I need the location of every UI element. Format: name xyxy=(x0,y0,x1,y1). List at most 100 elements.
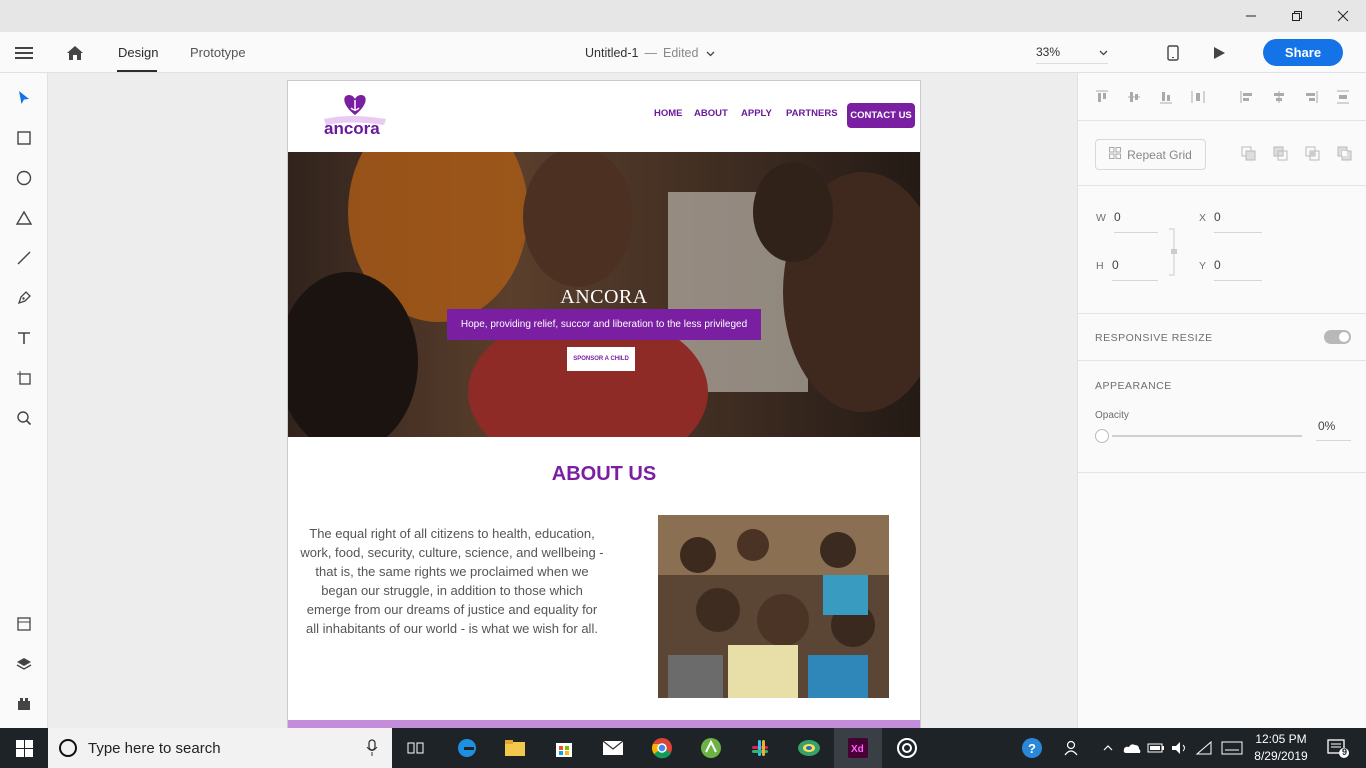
align-section xyxy=(1078,73,1366,121)
clock-time: 12:05 PM xyxy=(1255,732,1307,746)
zoom-select[interactable]: 33% xyxy=(1036,40,1108,64)
opacity-slider-track[interactable] xyxy=(1112,435,1302,437)
sponsor-child-button[interactable]: SPONSOR A CHILD xyxy=(567,347,635,371)
adobe-xd-icon[interactable]: Xd xyxy=(834,728,882,768)
boolean-exclude-icon[interactable] xyxy=(1337,146,1352,166)
tools-panel xyxy=(0,73,48,728)
align-bottom-icon[interactable] xyxy=(1159,90,1173,109)
height-label: H xyxy=(1096,260,1105,272)
opacity-slider-knob[interactable] xyxy=(1095,429,1109,443)
windows-start-icon[interactable] xyxy=(0,728,48,768)
hero-section: ANCORA Hope, providing relief, succor an… xyxy=(288,152,920,437)
align-top-icon[interactable] xyxy=(1095,90,1109,109)
appearance-label: APPEARANCE xyxy=(1095,380,1172,392)
height-input[interactable]: 0 xyxy=(1112,258,1119,272)
repeat-grid-label: Repeat Grid xyxy=(1127,147,1192,162)
select-tool-icon[interactable] xyxy=(12,86,36,110)
lock-aspect-icon[interactable] xyxy=(1168,228,1178,281)
design-canvas[interactable]: ancora HOME ABOUT APPLY PARTNERS CONTACT… xyxy=(48,73,1077,728)
children-photo xyxy=(658,515,889,698)
artboard-tool-icon[interactable] xyxy=(12,366,36,390)
slack-icon[interactable] xyxy=(736,728,784,768)
battery-icon[interactable] xyxy=(1144,728,1168,768)
ellipse-tool-icon[interactable] xyxy=(12,166,36,190)
responsive-resize-label: RESPONSIVE RESIZE xyxy=(1095,332,1213,344)
zoom-tool-icon[interactable] xyxy=(12,406,36,430)
taskbar-search-box[interactable]: Type here to search xyxy=(48,728,392,768)
hamburger-menu-icon[interactable] xyxy=(15,32,33,73)
app-toolbar: Design Prototype Untitled-1 — Edited 33% xyxy=(0,32,1366,73)
align-middle-icon[interactable] xyxy=(1127,90,1141,109)
microphone-icon[interactable] xyxy=(366,739,378,762)
edge-browser-icon[interactable] xyxy=(443,728,491,768)
tab-prototype[interactable]: Prototype xyxy=(190,32,246,73)
chevron-down-icon xyxy=(706,46,715,60)
assets-icon[interactable] xyxy=(12,612,36,636)
file-explorer-icon[interactable] xyxy=(491,728,539,768)
notification-center-icon[interactable]: 9 xyxy=(1318,728,1358,768)
boolean-subtract-icon[interactable] xyxy=(1273,146,1288,166)
about-text: The equal right of all citizens to healt… xyxy=(300,526,604,636)
mail-icon[interactable] xyxy=(589,728,637,768)
plugins-icon[interactable] xyxy=(12,692,36,716)
boolean-add-icon[interactable] xyxy=(1241,146,1256,166)
keyboard-icon[interactable] xyxy=(1216,728,1248,768)
text-tool-icon[interactable] xyxy=(12,326,36,350)
align-left-icon[interactable] xyxy=(1240,90,1254,109)
document-name: Untitled-1 xyxy=(585,45,639,60)
share-button[interactable]: Share xyxy=(1263,39,1343,66)
task-view-icon[interactable] xyxy=(392,728,440,768)
width-input[interactable]: 0 xyxy=(1114,210,1121,224)
onedrive-icon[interactable] xyxy=(1120,728,1144,768)
nav-apply[interactable]: APPLY xyxy=(741,108,772,119)
close-icon[interactable] xyxy=(1320,0,1366,32)
chevron-up-icon[interactable] xyxy=(1096,728,1120,768)
device-preview-icon[interactable] xyxy=(1167,32,1179,73)
distribute-vertical-icon[interactable] xyxy=(1336,90,1350,109)
pen-tool-icon[interactable] xyxy=(12,286,36,310)
layers-icon[interactable] xyxy=(12,652,36,676)
x-underline xyxy=(1214,232,1262,233)
rectangle-tool-icon[interactable] xyxy=(12,126,36,150)
settings-app-icon[interactable] xyxy=(883,728,931,768)
wifi-icon[interactable] xyxy=(1192,728,1216,768)
home-icon[interactable] xyxy=(66,32,84,73)
nav-partners[interactable]: PARTNERS xyxy=(786,108,838,119)
minimize-icon[interactable] xyxy=(1228,0,1274,32)
play-icon[interactable] xyxy=(1213,32,1226,73)
y-input[interactable]: 0 xyxy=(1214,258,1221,272)
people-icon[interactable] xyxy=(1049,728,1097,768)
nav-home[interactable]: HOME xyxy=(654,108,683,119)
about-title: ABOUT US xyxy=(551,463,657,485)
distribute-horizontal-icon[interactable] xyxy=(1191,90,1205,109)
restore-icon[interactable] xyxy=(1274,0,1320,32)
boolean-intersect-icon[interactable] xyxy=(1305,146,1320,166)
line-tool-icon[interactable] xyxy=(12,246,36,270)
store-icon[interactable] xyxy=(540,728,588,768)
y-underline xyxy=(1214,280,1262,281)
repeat-grid-button[interactable]: Repeat Grid xyxy=(1095,139,1206,170)
document-status: Edited xyxy=(663,45,699,60)
responsive-resize-toggle[interactable] xyxy=(1324,330,1351,344)
hero-title: ANCORA xyxy=(560,286,648,308)
y-label: Y xyxy=(1199,260,1207,272)
volume-icon[interactable] xyxy=(1168,728,1192,768)
color-picker-app-icon[interactable] xyxy=(785,728,833,768)
windows-taskbar: Type here to search Xd ? 12:05 PM 8/29/2… xyxy=(0,728,1366,768)
clock[interactable]: 12:05 PM 8/29/2019 xyxy=(1252,731,1310,765)
artboard[interactable]: ancora HOME ABOUT APPLY PARTNERS CONTACT… xyxy=(287,80,921,728)
x-input[interactable]: 0 xyxy=(1214,210,1221,224)
align-center-icon[interactable] xyxy=(1272,90,1286,109)
tab-design[interactable]: Design xyxy=(118,32,158,73)
hero-tagline: Hope, providing relief, succor and liber… xyxy=(447,309,761,340)
property-inspector: Repeat Grid W 0 X 0 H 0 Y 0 RESPONSIVE R… xyxy=(1077,73,1366,728)
opacity-label: Opacity xyxy=(1095,410,1129,421)
nav-about[interactable]: ABOUT xyxy=(694,108,728,119)
align-right-icon[interactable] xyxy=(1304,90,1318,109)
polygon-tool-icon[interactable] xyxy=(12,206,36,230)
chrome-icon[interactable] xyxy=(638,728,686,768)
android-studio-icon[interactable] xyxy=(687,728,735,768)
opacity-value[interactable]: 0% xyxy=(1318,419,1335,433)
document-title[interactable]: Untitled-1 — Edited xyxy=(585,32,715,73)
contact-us-button[interactable]: CONTACT US xyxy=(847,103,915,128)
